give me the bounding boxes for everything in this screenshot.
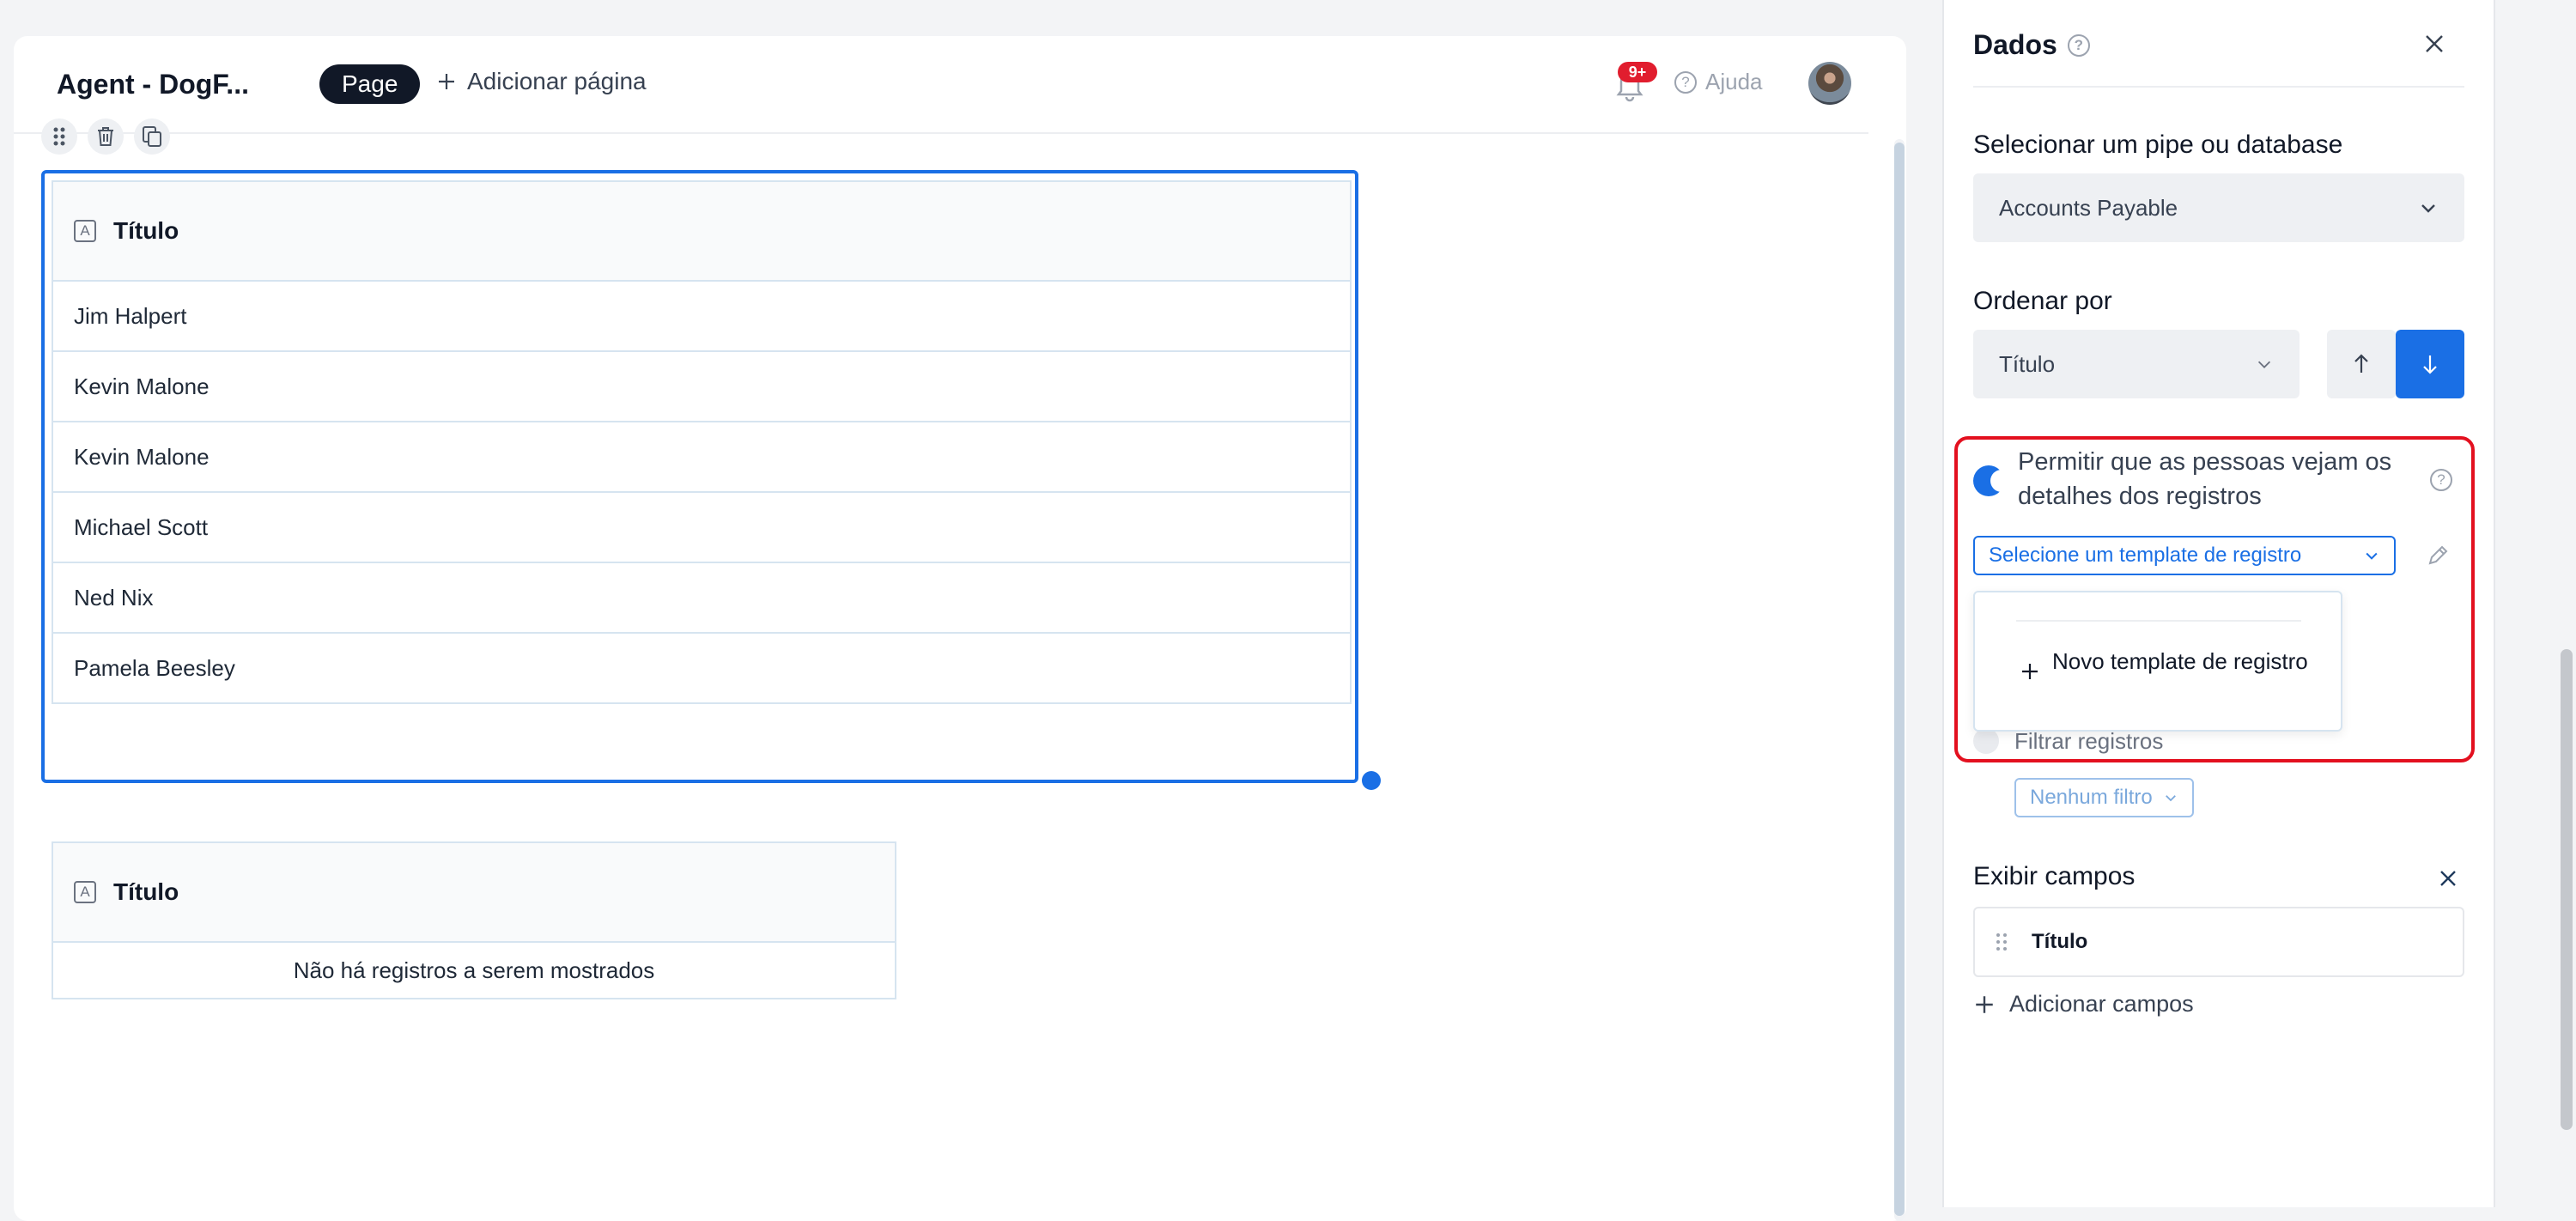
block-toolbar — [41, 118, 170, 155]
empty-state-message: Não há registros a serem mostrados — [52, 941, 896, 999]
filter-button-label: Nenhum filtro — [2030, 786, 2153, 809]
record-template-select[interactable]: Selecione um template de registro — [1973, 536, 2396, 575]
pipe-select[interactable]: Accounts Payable — [1973, 173, 2464, 242]
drag-dots-icon — [53, 127, 65, 146]
text-field-icon: A — [74, 220, 96, 242]
table-cell: Ned Nix — [52, 562, 1352, 634]
panel-title: Dados ? — [1973, 29, 2090, 61]
help-icon[interactable]: ? — [2067, 33, 2090, 57]
notification-badge: 9+ — [1618, 62, 1657, 82]
data-settings-panel: Dados ? Selecionar um pipe ou database A… — [1942, 0, 2495, 1207]
chevron-down-icon — [2366, 552, 2378, 560]
table-cell: Kevin Malone — [52, 421, 1352, 493]
table-row[interactable]: Jim Halpert — [52, 280, 1352, 352]
empty-records-table[interactable]: A Título Não há registros a serem mostra… — [52, 841, 896, 999]
sort-descending-button[interactable] — [2396, 330, 2464, 398]
add-fields-button[interactable]: Adicionar campos — [1973, 991, 2194, 1017]
column-header-titulo[interactable]: A Título — [52, 180, 1352, 282]
duplicate-block-button[interactable] — [134, 118, 170, 155]
table-row[interactable]: Pamela Beesley — [52, 632, 1352, 704]
table-cell: Kevin Malone — [52, 350, 1352, 422]
chevron-down-icon — [2257, 361, 2271, 368]
add-page-label: Adicionar página — [467, 68, 647, 94]
pipe-label: Selecionar um pipe ou database — [1973, 131, 2343, 159]
new-template-option[interactable]: Novo template de registro — [2020, 646, 2312, 682]
column-header-label: Título — [113, 217, 179, 244]
table-row[interactable]: Kevin Malone — [52, 350, 1352, 422]
add-page-button[interactable]: Adicionar página — [436, 68, 647, 95]
plus-icon — [2022, 664, 2038, 679]
help-icon: ? — [1674, 70, 1697, 94]
close-icon[interactable] — [2437, 867, 2459, 890]
text-field-icon: A — [74, 881, 96, 903]
fields-label: Exibir campos — [1973, 862, 2136, 890]
divider — [2016, 620, 2301, 622]
chevron-down-icon — [2421, 204, 2435, 213]
allow-details-toggle[interactable] — [1973, 465, 2013, 496]
delete-block-button[interactable] — [88, 118, 124, 155]
table-cell: Jim Halpert — [52, 280, 1352, 352]
column-header-label: Título — [113, 878, 179, 905]
page-tab[interactable]: Page — [319, 64, 421, 104]
drag-dots-icon[interactable] — [1996, 932, 2008, 951]
canvas-scrollbar-thumb[interactable] — [1894, 143, 1905, 1216]
plus-icon — [1976, 995, 1993, 1013]
template-dropdown-menu: Novo template de registro — [1973, 591, 2342, 732]
help-icon[interactable]: ? — [2430, 469, 2452, 491]
close-icon[interactable] — [2421, 31, 2447, 57]
field-item-label: Título — [2032, 930, 2088, 953]
filter-records-toggle[interactable] — [1973, 728, 1999, 754]
divider — [1973, 86, 2464, 88]
sort-ascending-button[interactable] — [2327, 330, 2396, 398]
new-template-label: Novo template de registro — [2052, 648, 2308, 674]
drag-handle-button[interactable] — [41, 118, 77, 155]
order-label: Ordenar por — [1973, 287, 2112, 315]
arrow-down-icon — [2423, 355, 2437, 374]
avatar[interactable] — [1808, 62, 1851, 105]
table-row[interactable]: Ned Nix — [52, 562, 1352, 634]
page-scrollbar-thumb[interactable] — [2561, 649, 2573, 1130]
order-select-value: Título — [1999, 350, 2056, 377]
records-table: A Título Jim Halpert Kevin Malone Kevin … — [52, 180, 1352, 704]
filter-records-label: Filtrar registros — [2014, 728, 2164, 754]
help-label: Ajuda — [1705, 69, 1763, 94]
table-row[interactable]: Kevin Malone — [52, 421, 1352, 493]
table-cell: Michael Scott — [52, 491, 1352, 563]
pipe-select-value: Accounts Payable — [1999, 194, 2178, 221]
allow-details-label: Permitir que as pessoas vejam os detalhe… — [2018, 448, 2392, 510]
table-cell: Pamela Beesley — [52, 632, 1352, 704]
arrow-up-icon — [2354, 354, 2368, 373]
column-header-titulo[interactable]: A Título — [52, 841, 896, 943]
record-template-value: Selecione um template de registro — [1989, 544, 2302, 567]
add-fields-label: Adicionar campos — [2009, 991, 2194, 1017]
resize-handle[interactable] — [1362, 771, 1381, 790]
help-button[interactable]: ? Ajuda — [1674, 69, 1763, 95]
copy-icon — [143, 126, 161, 147]
app-title[interactable]: Agent - DogF... — [57, 69, 249, 100]
pencil-icon[interactable] — [2425, 543, 2451, 568]
top-bar: Agent - DogF... Page Adicionar página 9+… — [14, 36, 1868, 134]
trash-icon — [98, 127, 113, 146]
filter-button[interactable]: Nenhum filtro — [2014, 778, 2194, 817]
panel-title-label: Dados — [1973, 29, 2057, 60]
table-row[interactable]: Michael Scott — [52, 491, 1352, 563]
plus-icon — [439, 74, 454, 89]
order-select[interactable]: Título — [1973, 330, 2300, 398]
field-item[interactable]: Título — [1973, 907, 2464, 977]
chevron-down-icon — [2165, 795, 2176, 802]
